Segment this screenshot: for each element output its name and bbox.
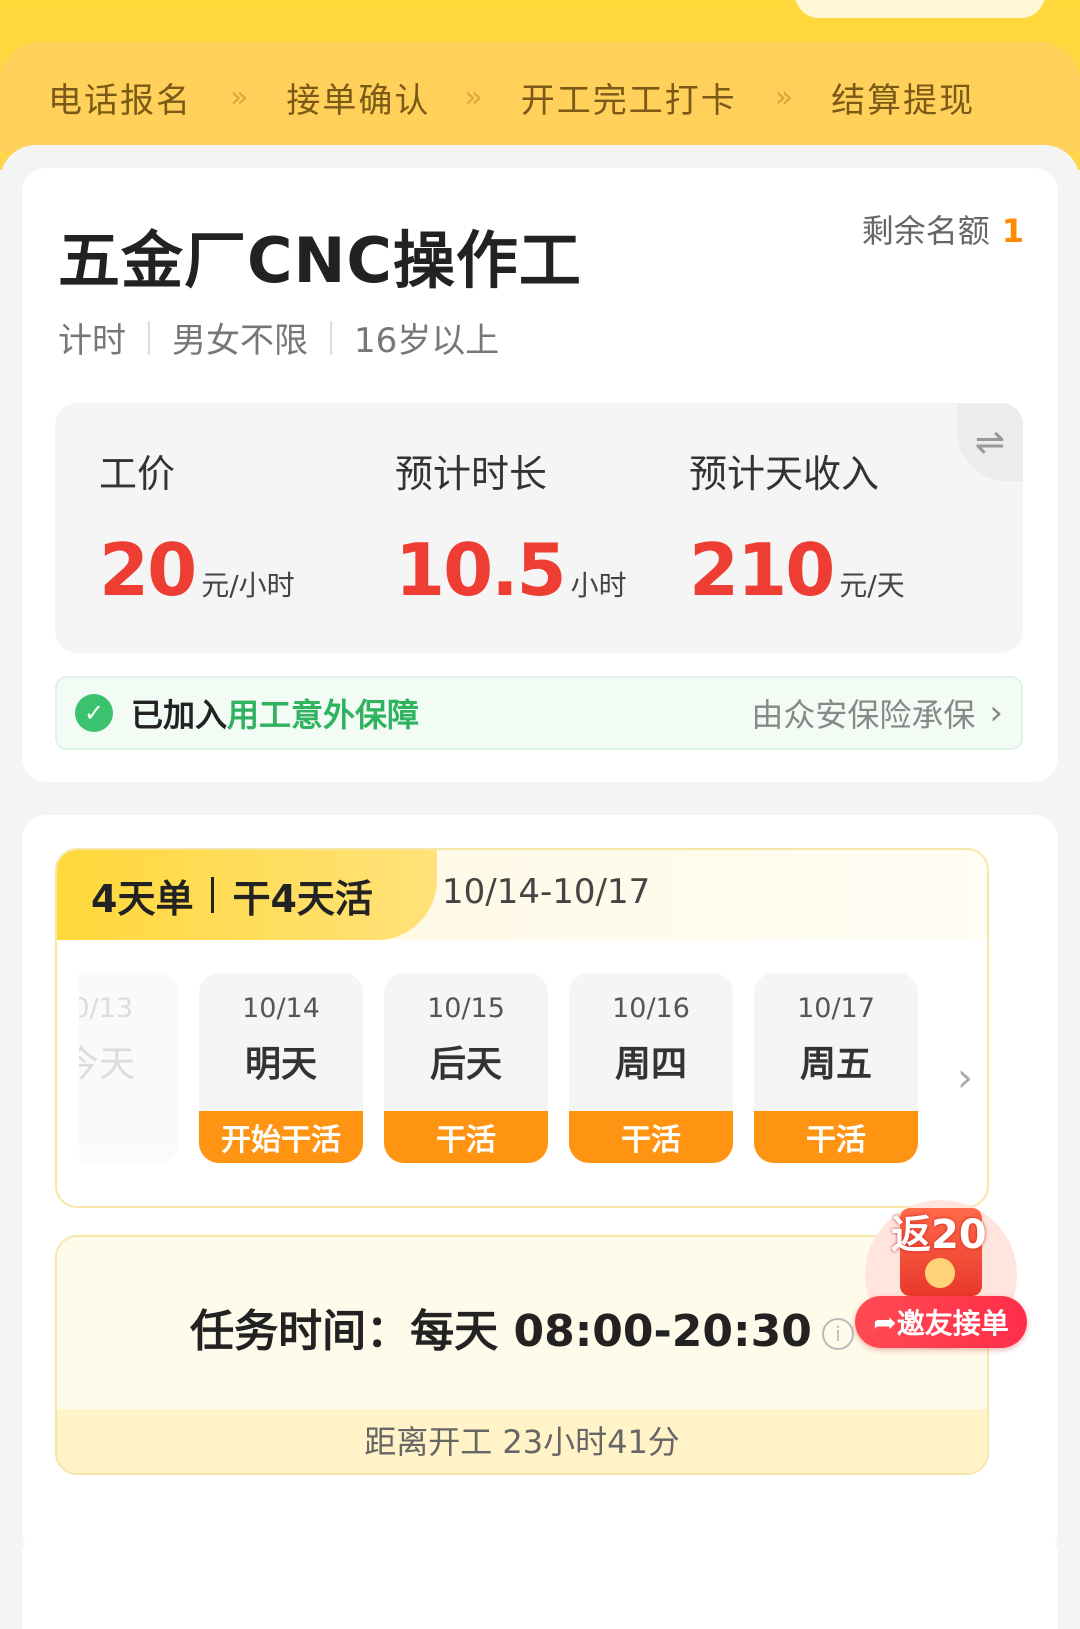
tab-divider [211, 877, 215, 913]
day-name: 周五 [799, 1044, 872, 1085]
step-order-confirm: 接单确认 [286, 80, 431, 121]
day-card[interactable]: 0/13 今天 [79, 973, 179, 1163]
pay-duration-value: 10.5 [395, 528, 567, 612]
start-countdown: 距离开工 23小时41分 [57, 1409, 987, 1473]
day-name: 明天 [244, 1044, 317, 1085]
day-status: 干活 [569, 1111, 733, 1163]
tag-divider [148, 320, 150, 355]
day-card[interactable]: 10/17 周五 干活 [754, 973, 918, 1163]
schedule-card: 4天单 干4天活 10/14-10/17 0/13 今天 10/14 明天 开始… [22, 815, 1058, 1555]
tag-gender: 男女不限 [172, 321, 308, 361]
remaining-label: 剩余名额 [861, 212, 990, 250]
invite-promo[interactable]: 返20 ➦ 邀友接单 [855, 1200, 1027, 1350]
next-card [22, 1530, 1058, 1629]
coin-icon [925, 1258, 955, 1288]
step-settle-withdraw: 结算提现 [831, 80, 976, 121]
schedule-box: 4天单 干4天活 10/14-10/17 0/13 今天 10/14 明天 开始… [55, 848, 989, 1208]
insurance-banner[interactable]: ✓ 已加入用工意外保障 由众安保险承保 › [55, 676, 1023, 750]
pay-rate-unit: 元/小时 [201, 569, 295, 602]
day-date: 10/16 [612, 993, 690, 1024]
day-name: 后天 [429, 1044, 502, 1085]
job-tags: 计时 男女不限 16岁以上 [58, 313, 499, 362]
day-status: 干活 [384, 1111, 548, 1163]
day-card[interactable]: 10/15 后天 干活 [384, 973, 548, 1163]
task-time-text: 任务时间：每天 08:00-20:30 [190, 1306, 812, 1357]
day-date: 10/15 [427, 993, 505, 1024]
check-circle-icon: ✓ [75, 694, 113, 732]
pay-daily-unit: 元/天 [839, 569, 905, 602]
task-time-box: 任务时间：每天 08:00-20:30 i 距离开工 23小时41分 [55, 1235, 989, 1475]
remaining-count: 1 [1001, 212, 1024, 250]
work-days: 干4天活 [232, 876, 373, 921]
day-date: 0/13 [79, 993, 133, 1024]
day-name: 周四 [614, 1044, 687, 1085]
day-card[interactable]: 10/14 明天 开始干活 [199, 973, 363, 1163]
insurance-joined: 已加入用工意外保障 [131, 696, 420, 734]
insurance-carrier: 由众安保险承保 [751, 696, 976, 734]
pay-duration-unit: 小时 [570, 569, 627, 602]
pay-rate-value: 20 [99, 528, 197, 612]
job-title: 五金厂CNC操作工 [58, 224, 582, 297]
chevron-right-icon: › [989, 693, 1003, 733]
pay-duration-label: 预计时长 [395, 452, 548, 496]
invite-label: 邀友接单 [896, 1307, 1009, 1340]
schedule-tab: 4天单 干4天活 [57, 850, 437, 940]
order-type: 4天单 [91, 876, 194, 921]
day-name: 今天 [79, 1044, 135, 1085]
share-arrow-icon: ➦ [873, 1305, 897, 1339]
promo-amount: 返20 [891, 1212, 987, 1258]
tag-age: 16岁以上 [354, 321, 500, 361]
header-pill[interactable] [795, 0, 1045, 18]
info-icon[interactable]: i [821, 1318, 854, 1350]
job-info-card: 五金厂CNC操作工 剩余名额 1 计时 男女不限 16岁以上 ⇌ 工价 20 元/小… [22, 168, 1058, 782]
process-steps: 电话报名 » 接单确认 » 开工完工打卡 » 结算提现 [0, 42, 1080, 152]
pay-daily-label: 预计天收入 [689, 452, 880, 496]
days-row[interactable]: 0/13 今天 10/14 明天 开始干活 10/15 后天 干活 10/16 … [79, 973, 939, 1163]
pay-duration: 预计时长 10.5 小时 [395, 443, 627, 612]
step-clock-in: 开工完工打卡 [520, 80, 737, 121]
pay-summary: ⇌ 工价 20 元/小时 预计时长 10.5 小时 预计天收入 210 元/天 [55, 403, 1023, 653]
day-status: 开始干活 [199, 1111, 363, 1163]
step-separator-icon: » [230, 79, 249, 115]
day-date: 10/14 [242, 993, 320, 1024]
chevron-right-icon[interactable]: › [957, 1055, 973, 1101]
pay-daily: 预计天收入 210 元/天 [689, 443, 905, 612]
pay-daily-value: 210 [689, 528, 835, 612]
tag-hourly: 计时 [58, 321, 126, 361]
step-phone-signup: 电话报名 [48, 80, 192, 121]
schedule-range: 10/14-10/17 [442, 872, 651, 912]
task-time: 任务时间：每天 08:00-20:30 i [57, 1295, 987, 1359]
pay-rate: 工价 20 元/小时 [99, 443, 295, 612]
day-date: 10/17 [797, 993, 875, 1024]
swap-icon[interactable]: ⇌ [957, 403, 1023, 481]
pay-rate-label: 工价 [99, 452, 176, 496]
insurance-plan: 用工意外保障 [227, 696, 420, 734]
invite-button[interactable]: ➦ 邀友接单 [855, 1296, 1027, 1348]
tag-divider [330, 320, 332, 355]
day-status: 干活 [754, 1111, 918, 1163]
day-card[interactable]: 10/16 周四 干活 [569, 973, 733, 1163]
remaining-slots: 剩余名额 1 [862, 206, 1024, 252]
step-separator-icon: » [464, 79, 483, 115]
step-separator-icon: » [774, 79, 794, 115]
